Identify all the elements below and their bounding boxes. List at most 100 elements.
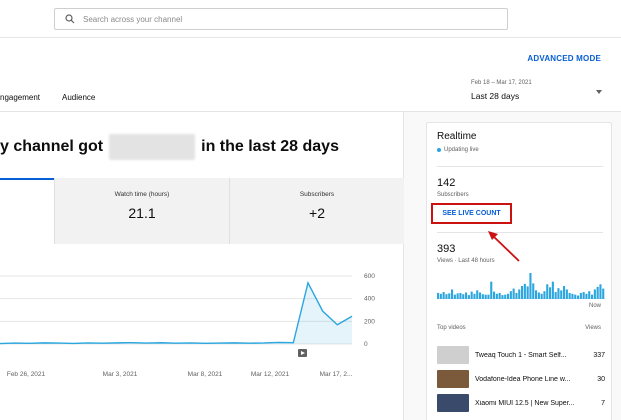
realtime-bar xyxy=(498,292,501,299)
realtime-bar xyxy=(493,291,496,299)
realtime-bar xyxy=(462,294,465,299)
realtime-bar xyxy=(453,294,456,299)
realtime-bar xyxy=(459,292,462,299)
top-videos-label: Top videos xyxy=(437,325,466,331)
realtime-bar xyxy=(439,293,442,299)
realtime-bar xyxy=(574,294,577,299)
realtime-bar xyxy=(521,286,524,299)
y-tick-label: 600 xyxy=(364,273,375,280)
blurred-value xyxy=(109,134,196,160)
x-tick-label: Mar 17, 2... xyxy=(320,371,353,378)
realtime-bar xyxy=(504,294,507,299)
realtime-bar xyxy=(451,289,454,299)
metric-tabs: Watch time (hours) 21.1 Subscribers +2 xyxy=(0,178,404,244)
video-thumbnail xyxy=(437,370,469,388)
views-column-label: Views xyxy=(585,325,601,331)
video-title: Tweaq Touch 1 - Smart Self... xyxy=(475,351,567,359)
realtime-bar xyxy=(593,289,596,299)
realtime-bar xyxy=(442,292,445,299)
search-box[interactable] xyxy=(54,8,508,30)
realtime-bar xyxy=(509,291,512,299)
realtime-bar xyxy=(523,283,526,299)
y-tick-label: 200 xyxy=(364,318,375,325)
realtime-bar xyxy=(445,294,448,299)
tab-audience[interactable]: Audience xyxy=(62,93,95,102)
realtime-bar xyxy=(551,281,554,299)
realtime-status: Updating live xyxy=(437,147,479,153)
video-views: 30 xyxy=(597,375,605,383)
realtime-bar xyxy=(476,290,479,299)
see-live-count-button[interactable]: SEE LIVE COUNT xyxy=(431,203,512,224)
realtime-bar xyxy=(549,287,552,299)
video-thumbnail xyxy=(437,394,469,412)
realtime-bar xyxy=(529,273,532,299)
video-views: 7 xyxy=(601,399,605,407)
realtime-bar-chart xyxy=(437,273,605,299)
x-tick-label: Mar 3, 2021 xyxy=(103,371,138,378)
realtime-bar xyxy=(490,281,493,299)
realtime-bar xyxy=(560,290,563,299)
date-picker-label[interactable]: Last 28 days xyxy=(471,91,519,101)
realtime-bar xyxy=(591,294,594,299)
realtime-bar xyxy=(456,293,459,299)
realtime-bar xyxy=(568,292,571,299)
selected-indicator xyxy=(0,178,54,180)
metric-value: 21.1 xyxy=(128,205,156,221)
realtime-bar xyxy=(596,286,599,299)
annotation-marker-icon[interactable] xyxy=(298,349,307,357)
realtime-bar xyxy=(437,292,440,299)
metric-tab-watch-time[interactable]: Watch time (hours) 21.1 xyxy=(54,178,229,244)
subscriber-count: 142 xyxy=(437,177,456,189)
realtime-bar xyxy=(557,288,560,299)
date-range[interactable]: Feb 18 – Mar 17, 2021 xyxy=(471,80,532,86)
realtime-bar xyxy=(467,295,470,299)
now-label: Now xyxy=(588,303,601,309)
realtime-bar xyxy=(473,293,476,299)
advanced-mode-button[interactable]: ADVANCED MODE xyxy=(527,54,601,63)
red-arrow-annotation xyxy=(488,231,520,262)
realtime-bar xyxy=(515,292,518,299)
realtime-bar xyxy=(532,283,535,299)
realtime-bar xyxy=(487,294,490,299)
search-input[interactable] xyxy=(83,14,463,24)
series-area xyxy=(0,282,352,344)
realtime-bar xyxy=(599,284,602,299)
realtime-bar xyxy=(479,292,482,299)
list-item[interactable]: Xiaomi MIUI 12.5 | New Super... 7 xyxy=(437,393,605,413)
metric-label: Watch time (hours) xyxy=(114,191,170,198)
sub-header: ADVANCED MODE ngagement Audience Feb 18 … xyxy=(0,38,621,112)
realtime-card: Realtime Updating live 142 Subscribers S… xyxy=(426,122,612,420)
realtime-bar xyxy=(518,289,521,299)
realtime-bar xyxy=(484,294,487,299)
video-title: Vodafone-Idea Phone Line w... xyxy=(475,375,571,383)
realtime-bar xyxy=(465,292,468,299)
realtime-bar xyxy=(579,292,582,299)
tab-engagement[interactable]: ngagement xyxy=(0,93,40,102)
y-tick-label: 400 xyxy=(364,296,375,303)
realtime-bar xyxy=(540,293,543,299)
realtime-bar xyxy=(507,293,510,299)
realtime-bar xyxy=(554,292,557,299)
y-tick-label: 0 xyxy=(364,341,368,348)
divider xyxy=(437,166,603,167)
realtime-bar xyxy=(543,291,546,299)
realtime-bar xyxy=(535,290,538,299)
realtime-bar xyxy=(495,293,498,299)
list-item[interactable]: Tweaq Touch 1 - Smart Self... 337 xyxy=(437,345,605,365)
realtime-bar xyxy=(563,286,566,299)
chevron-down-icon[interactable] xyxy=(595,89,603,95)
views-count: 393 xyxy=(437,243,456,255)
realtime-bar xyxy=(571,293,574,299)
see-live-count-label: SEE LIVE COUNT xyxy=(442,210,501,217)
page-title: y channel got in the last 28 days xyxy=(0,134,339,160)
realtime-bar xyxy=(448,293,451,299)
metric-tab-subscribers[interactable]: Subscribers +2 xyxy=(229,178,404,244)
metric-tab-views[interactable] xyxy=(0,178,54,244)
realtime-bar xyxy=(501,295,504,299)
realtime-bar xyxy=(602,288,605,299)
list-item[interactable]: Vodafone-Idea Phone Line w... 30 xyxy=(437,369,605,389)
realtime-bar xyxy=(512,288,515,299)
top-bar xyxy=(0,0,621,38)
video-title: Xiaomi MIUI 12.5 | New Super... xyxy=(475,399,575,407)
metric-label: Subscribers xyxy=(299,191,335,198)
